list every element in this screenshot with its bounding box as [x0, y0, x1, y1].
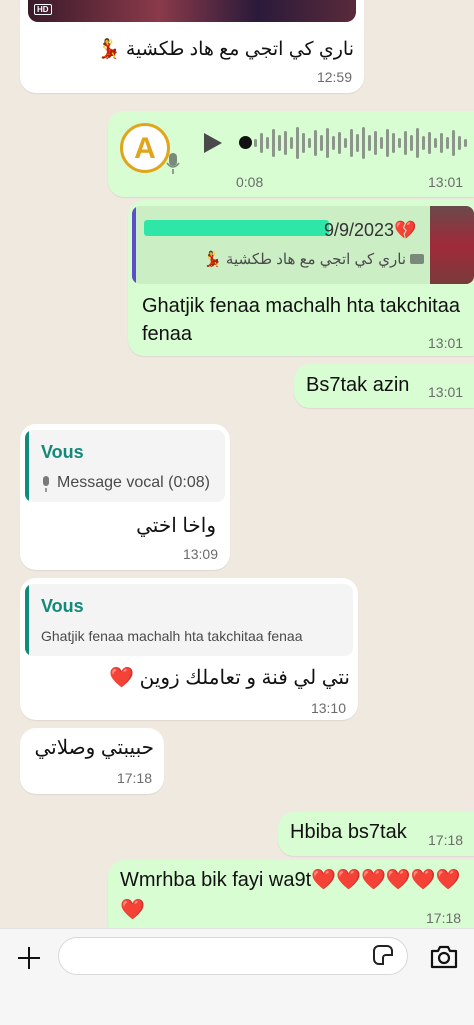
message-bubble-outgoing[interactable]: Wmrhba bik fayi wa9t❤️❤️❤️❤️❤️❤️ ❤️ 17:1… — [108, 860, 474, 928]
quote-accent-bar — [132, 206, 136, 284]
playback-dot[interactable] — [239, 136, 252, 149]
reply-quote[interactable]: Vous Message vocal (0:08) — [25, 430, 225, 502]
message-composer — [0, 928, 474, 1025]
redacted-name — [144, 220, 329, 236]
message-text: نتي لي فنة و تعاملك زوين ❤️ — [109, 667, 350, 689]
message-bubble-outgoing[interactable]: 9/9/2023💔 ناري كي اتجي مع هاد طكشية 💃 Gh… — [128, 200, 474, 356]
message-time: 17:18 — [426, 910, 462, 926]
message-time: 17:18 — [428, 832, 464, 848]
quote-text: Ghatjik fenaa machalh hta takchitaa fena… — [41, 628, 303, 644]
camera-icon[interactable] — [428, 941, 460, 973]
audio-waveform[interactable] — [254, 123, 474, 163]
voice-duration: 0:08 — [236, 174, 264, 190]
message-text: حبيبتي وصلاتي — [34, 737, 154, 759]
sticker-icon[interactable] — [373, 945, 393, 965]
voice-message-bubble[interactable]: A 0:08 13:01 — [108, 111, 474, 197]
message-time: 13:01 — [428, 384, 464, 400]
quote-author: Vous — [41, 596, 84, 616]
sender-avatar: A — [120, 123, 170, 173]
message-bubble-outgoing[interactable]: Hbiba bs7tak 17:18 ✓ — [278, 812, 474, 856]
message-time: 13:10 — [310, 700, 346, 716]
message-text: Bs7tak azin — [306, 374, 410, 396]
quote-date: 9/9/2023💔 — [324, 220, 417, 240]
message-text-line2: ❤️ — [120, 899, 145, 921]
message-text: Wmrhba bik fayi wa9t❤️❤️❤️❤️❤️❤️ — [120, 869, 461, 891]
message-time: 13:01 — [428, 174, 464, 190]
quote-author: Vous — [41, 442, 84, 462]
microphone-icon — [43, 476, 49, 492]
quote-accent-bar — [25, 584, 29, 656]
image-thumbnail[interactable]: HD — [28, 0, 356, 22]
chat-area: HD ناري كي اتجي مع هاد طكشية 💃 12:59 A 0… — [0, 0, 474, 928]
quote-image-thumbnail — [430, 206, 474, 284]
quote-text: Message vocal (0:08) — [57, 474, 210, 491]
reply-quote[interactable]: Vous Ghatjik fenaa machalh hta takchitaa… — [25, 584, 353, 656]
message-text: ناري كي اتجي مع هاد طكشية 💃 — [96, 39, 354, 60]
plus-icon[interactable] — [12, 941, 46, 975]
microphone-icon — [166, 153, 180, 174]
camera-small-icon — [410, 254, 424, 264]
reply-quote[interactable]: 9/9/2023💔 ناري كي اتجي مع هاد طكشية 💃 — [132, 206, 474, 284]
message-bubble-outgoing[interactable]: Bs7tak azin 13:01 ✓ — [294, 364, 474, 408]
message-text: واخا اختي — [136, 515, 216, 537]
message-time: 13:09 — [182, 546, 218, 562]
quote-caption: ناري كي اتجي مع هاد طكشية 💃 — [203, 251, 406, 268]
message-bubble-incoming[interactable]: Vous Message vocal (0:08) واخا اختي 13:0… — [20, 424, 230, 570]
message-text: Ghatjik fenaa machalh hta takchitaa fena… — [142, 295, 460, 345]
quote-accent-bar — [25, 430, 29, 502]
message-time: 17:18 — [116, 770, 152, 786]
message-input[interactable] — [58, 937, 408, 975]
message-bubble-incoming[interactable]: حبيبتي وصلاتي 17:18 — [20, 728, 164, 794]
message-time: 12:59 — [316, 69, 352, 85]
message-time: 13:01 — [428, 335, 464, 351]
play-icon[interactable] — [202, 131, 224, 155]
hd-badge: HD — [34, 4, 52, 15]
message-bubble-incoming[interactable]: HD ناري كي اتجي مع هاد طكشية 💃 12:59 — [20, 0, 364, 93]
message-bubble-incoming[interactable]: Vous Ghatjik fenaa machalh hta takchitaa… — [20, 578, 358, 720]
message-text: Hbiba bs7tak — [290, 821, 407, 843]
